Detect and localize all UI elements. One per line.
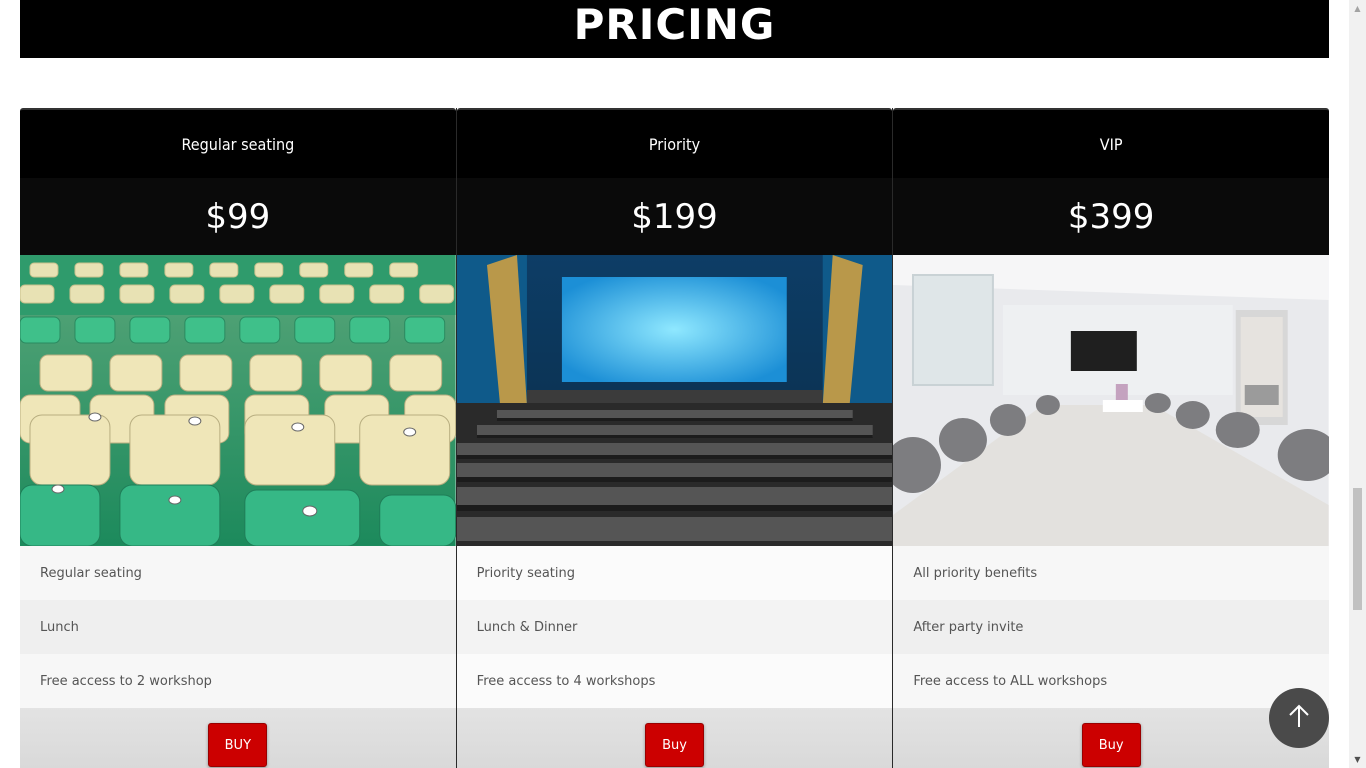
scroll-down-arrow-icon[interactable]: ▼ <box>1349 751 1366 768</box>
plan-feature: Free access to 4 workshops <box>456 654 893 708</box>
pricing-header: PRICING <box>20 0 1329 58</box>
buy-button-priority[interactable]: Buy <box>645 723 704 767</box>
plan-feature: Lunch <box>20 600 456 654</box>
buy-row: Buy <box>456 708 893 768</box>
buy-row: Buy <box>893 708 1330 768</box>
scroll-up-arrow-icon[interactable]: ▲ <box>1349 0 1366 17</box>
plan-title: Priority <box>456 108 893 178</box>
plan-feature: Priority seating <box>456 546 893 600</box>
pricing-table: Regular seating $99 Regular seating Lunc… <box>20 108 1330 768</box>
plan-feature: After party invite <box>893 600 1330 654</box>
cinema-hall-image <box>456 255 893 546</box>
plan-title: VIP <box>893 108 1330 178</box>
plan-feature: Free access to 2 workshop <box>20 654 456 708</box>
plan-title: Regular seating <box>20 108 456 178</box>
plan-feature: Lunch & Dinner <box>456 600 893 654</box>
plan-card-vip: VIP $399 All priority benefits After par… <box>892 108 1330 768</box>
plan-feature: Free access to ALL workshops <box>893 654 1330 708</box>
buy-row: BUY <box>20 708 456 768</box>
stadium-seats-image <box>20 255 456 546</box>
arrow-up-icon <box>1288 704 1310 732</box>
plan-feature: All priority benefits <box>893 546 1330 600</box>
plan-price: $399 <box>893 178 1330 255</box>
plan-price: $99 <box>20 178 456 255</box>
buy-button-regular[interactable]: BUY <box>208 723 268 767</box>
plan-card-regular: Regular seating $99 Regular seating Lunc… <box>20 108 456 768</box>
back-to-top-button[interactable] <box>1269 688 1329 748</box>
plan-price: $199 <box>456 178 893 255</box>
scrollbar-thumb[interactable] <box>1353 488 1362 610</box>
plan-feature: Regular seating <box>20 546 456 600</box>
conference-room-image <box>893 255 1330 546</box>
plan-card-priority: Priority $199 Priority seating Lunch & D… <box>455 108 893 768</box>
buy-button-vip[interactable]: Buy <box>1081 723 1141 767</box>
page-scrollbar[interactable]: ▲ ▼ <box>1349 0 1366 768</box>
section-title: PRICING <box>573 0 776 49</box>
